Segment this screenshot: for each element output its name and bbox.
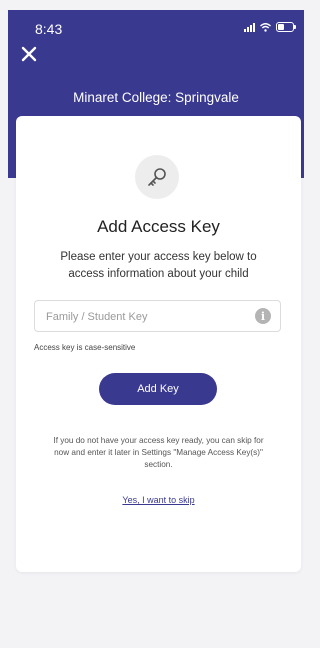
access-key-field[interactable]: i: [34, 300, 281, 333]
skip-explanation: If you do not have your access key ready…: [53, 436, 264, 469]
key-icon-container: [135, 155, 179, 199]
add-key-button[interactable]: Add Key: [99, 373, 217, 405]
skip-link[interactable]: Yes, I want to skip: [16, 495, 301, 505]
signal-icon: [244, 22, 255, 32]
access-key-card: Add Access Key Please enter your access …: [16, 116, 301, 572]
info-icon[interactable]: i: [255, 308, 271, 324]
key-icon: [148, 168, 166, 186]
access-key-input[interactable]: [44, 301, 248, 333]
status-icons: [244, 22, 296, 32]
card-title: Add Access Key: [97, 217, 220, 236]
instructions-text: Please enter your access key below to ac…: [60, 251, 257, 280]
status-bar: 8:43: [8, 10, 304, 38]
status-time: 8:43: [35, 21, 63, 37]
wifi-icon: [260, 22, 271, 32]
case-sensitive-hint: Access key is case-sensitive: [34, 343, 136, 352]
header-title: Minaret College: Springvale: [73, 90, 239, 105]
battery-icon: [276, 22, 296, 32]
close-icon: [21, 46, 37, 62]
close-button[interactable]: [21, 46, 39, 64]
